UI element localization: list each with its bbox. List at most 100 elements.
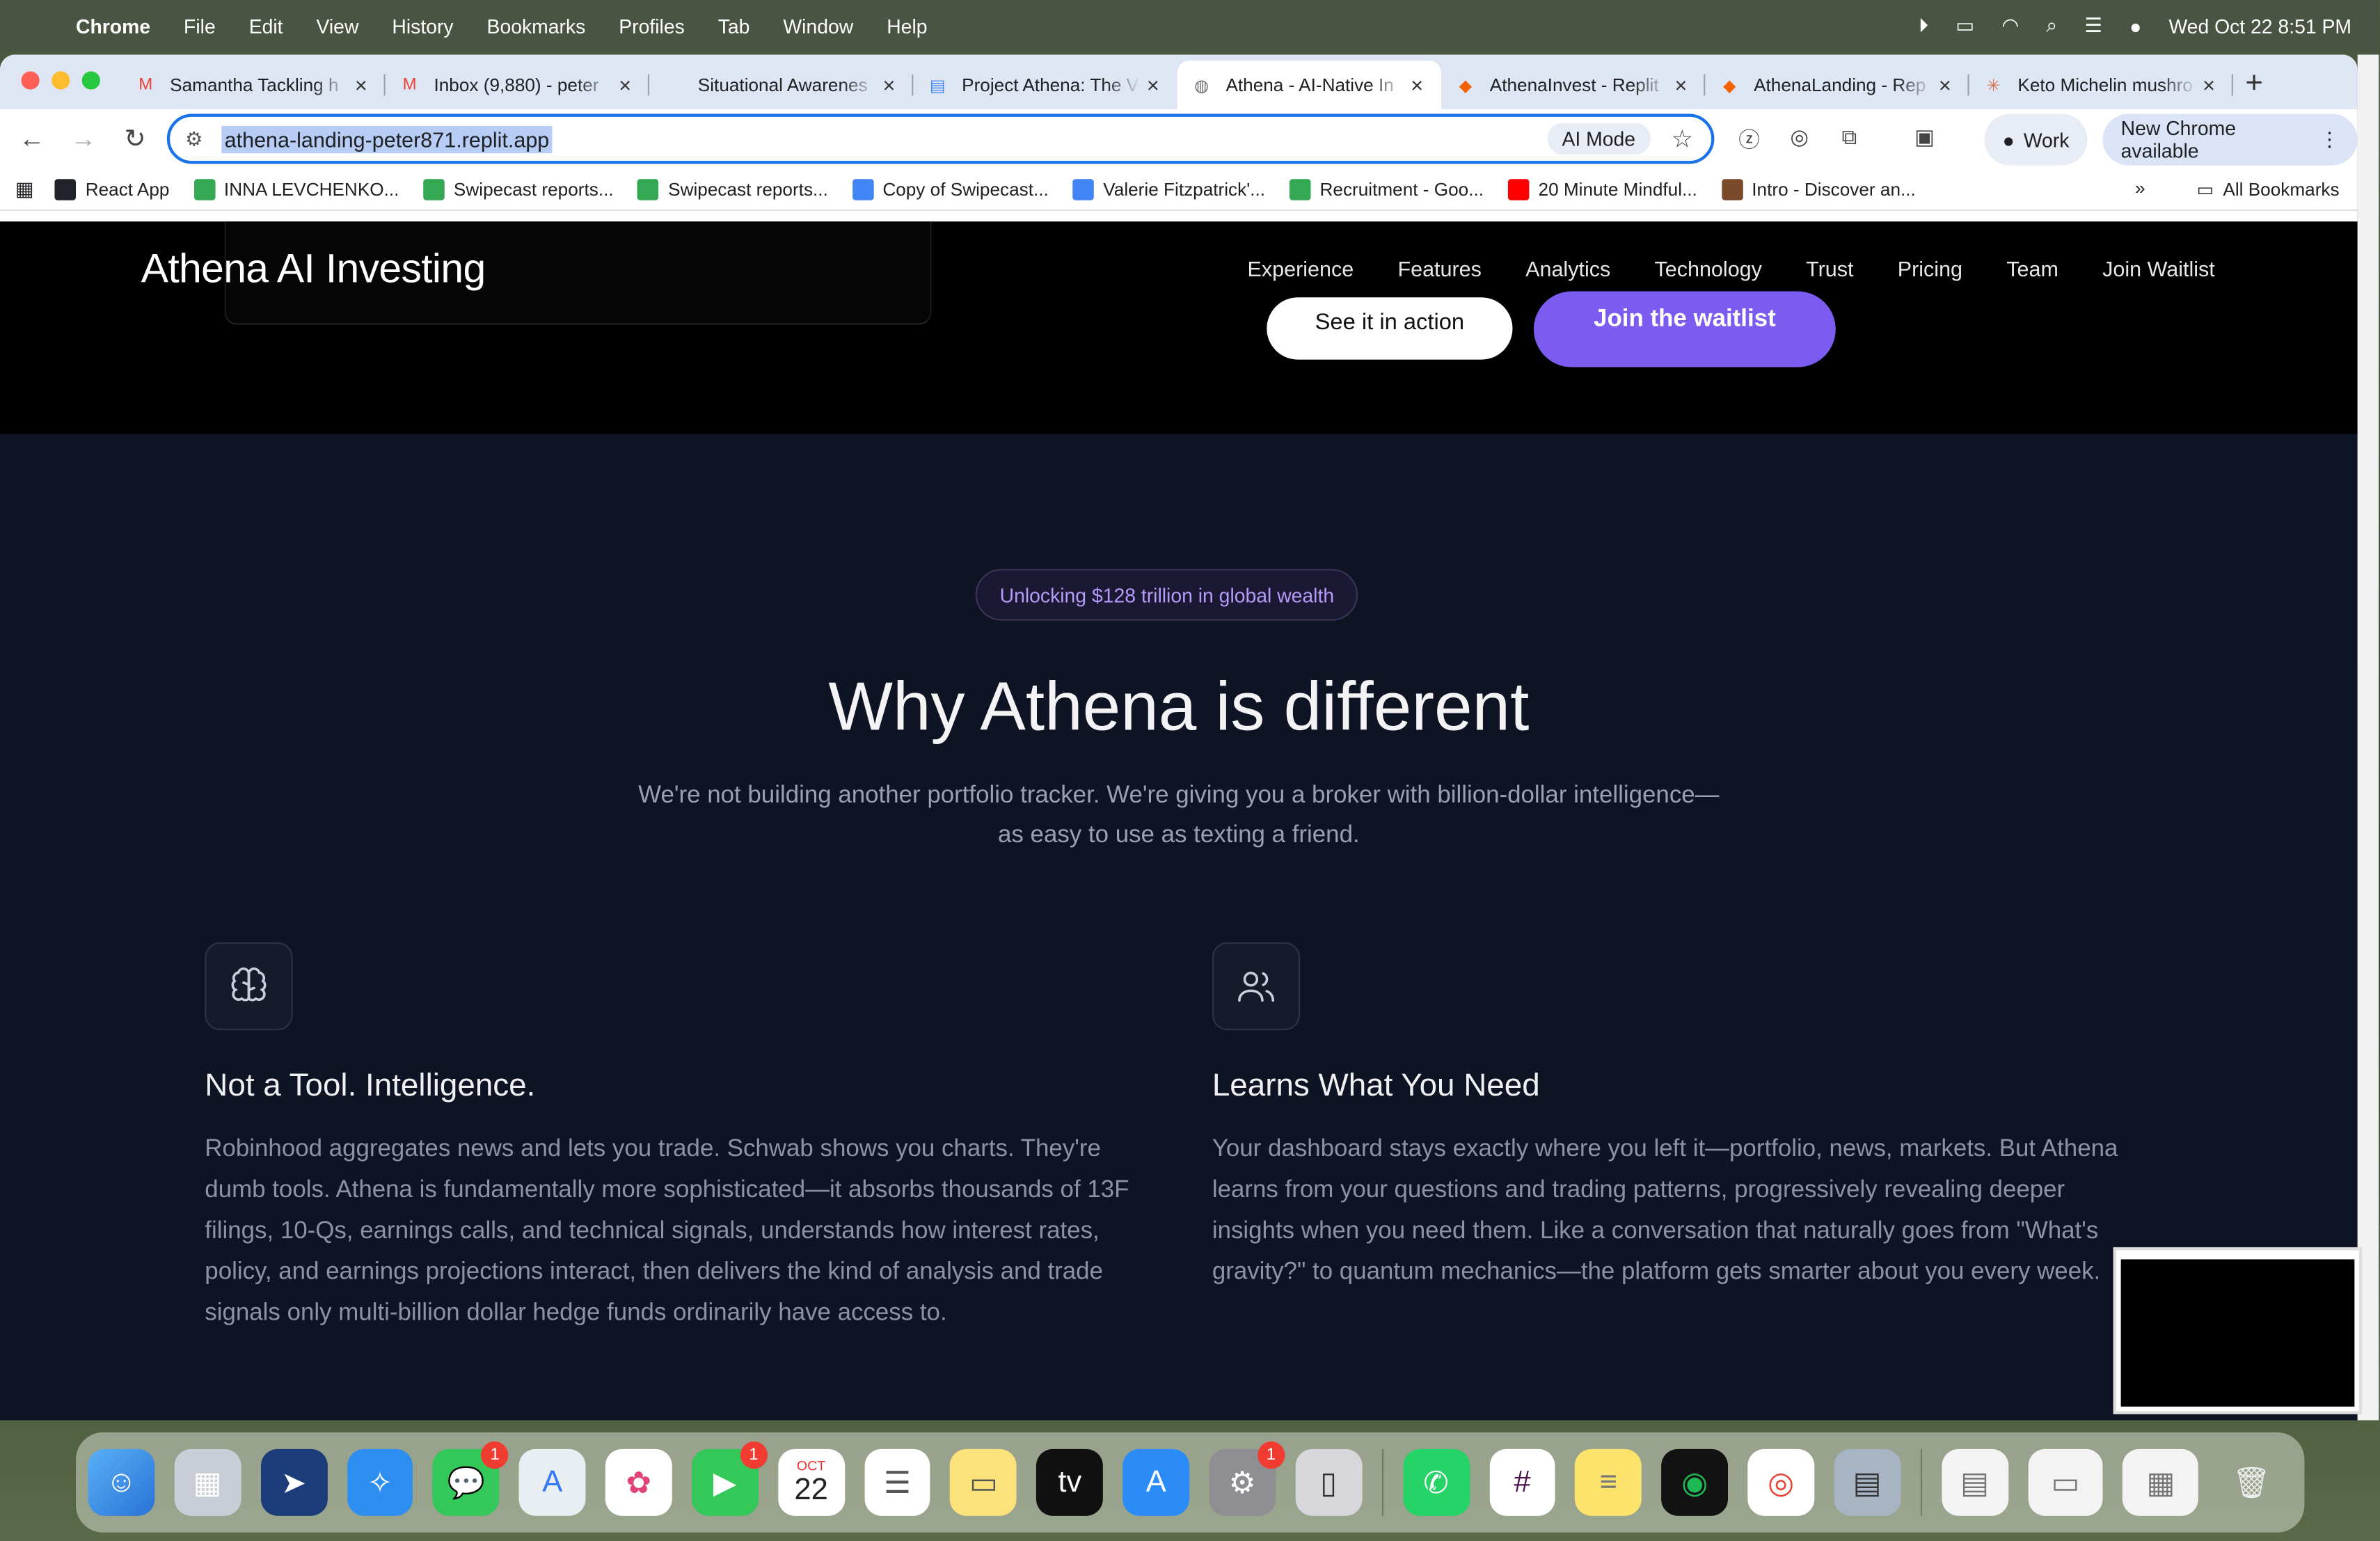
app-store-icon[interactable]: A (1122, 1448, 1190, 1516)
menu-app-name[interactable]: Chrome (76, 15, 150, 38)
browser-tab[interactable]: ✳ Keto Michelin mushro × (1969, 61, 2233, 109)
chrome-icon[interactable]: ◎ (1747, 1448, 1815, 1516)
close-window-button[interactable] (21, 71, 40, 90)
ai-mode-button[interactable]: AI Mode (1546, 123, 1651, 155)
photos-icon[interactable]: ✿ (605, 1448, 672, 1516)
tab-close-icon[interactable]: × (1669, 73, 1693, 97)
nav-analytics[interactable]: Analytics (1525, 256, 1610, 280)
menubar-datetime[interactable]: Wed Oct 22 8:51 PM (2168, 15, 2351, 38)
wifi-icon[interactable]: ◠ (2001, 14, 2019, 38)
bookmark-item[interactable]: Valerie Fitzpatrick'... (1072, 179, 1265, 200)
apps-grid-icon[interactable]: ▦ (15, 177, 34, 202)
system-settings-icon[interactable]: ⚙ 1 (1209, 1441, 1285, 1516)
battery-icon[interactable]: ▭ (1955, 14, 1974, 38)
chrome-update-button[interactable]: New Chrome available ⋮ (2102, 113, 2358, 166)
bookmark-item[interactable]: Copy of Swipecast... (852, 179, 1049, 200)
screenshot-thumbnail[interactable] (2113, 1247, 2363, 1414)
bookmarks-overflow-icon[interactable]: » (2135, 177, 2145, 199)
preview-icon[interactable]: ▤ (1834, 1448, 1901, 1516)
documents-stack-icon[interactable]: ▤ (1941, 1448, 2008, 1516)
nav-pricing[interactable]: Pricing (1898, 256, 1962, 280)
tab-close-icon[interactable]: × (613, 73, 637, 97)
menu-tab[interactable]: Tab (718, 15, 750, 38)
bookmark-item[interactable]: Swipecast reports... (637, 179, 828, 200)
minimize-window-button[interactable] (51, 71, 70, 90)
siri-icon[interactable]: ● (2129, 15, 2141, 38)
address-bar[interactable]: ⚙ athena-landing-peter871.replit.app AI … (166, 113, 1715, 164)
bookmark-item[interactable]: 20 Minute Mindful... (1507, 179, 1697, 200)
reload-button[interactable]: ↻ (109, 125, 161, 155)
nav-team[interactable]: Team (2006, 256, 2058, 280)
tab-close-icon[interactable]: × (877, 73, 901, 97)
spotify-icon[interactable]: ◉ (1661, 1448, 1729, 1516)
menu-bookmarks[interactable]: Bookmarks (487, 15, 586, 38)
profile-button[interactable]: ● Work (1984, 113, 2088, 166)
browser-tab[interactable]: Situational Awarenes × (649, 61, 914, 109)
notes-icon[interactable]: ▭ (950, 1448, 1017, 1516)
browser-tab[interactable]: ◆ AthenaLanding - Rep × (1705, 61, 1969, 109)
menu-history[interactable]: History (392, 15, 453, 38)
downloads-stack-icon[interactable]: ▦ (2123, 1448, 2199, 1516)
browser-tab[interactable]: M Samantha Tackling h × (121, 61, 386, 109)
spotlight-icon[interactable]: ⌕ (2046, 14, 2057, 38)
extensions-puzzle-icon[interactable]: ⧉ (1842, 125, 1857, 150)
finder-icon[interactable]: ☺ (88, 1448, 155, 1516)
url-text[interactable]: athena-landing-peter871.replit.app (221, 125, 553, 153)
iphone-mirroring-icon[interactable]: ▯ (1295, 1448, 1362, 1516)
menu-view[interactable]: View (316, 15, 358, 38)
tab-search-icon[interactable]: ▣ (1914, 125, 1935, 150)
bookmark-item[interactable]: INNA LEVCHENKO... (193, 179, 399, 200)
site-info-icon[interactable]: ⚙ (185, 127, 216, 151)
play-icon[interactable]: ⏵ (1919, 14, 1928, 38)
tab-close-icon[interactable]: × (2197, 73, 2221, 97)
bookmark-item[interactable]: Intro - Discover an... (1721, 179, 1916, 200)
recent-window-icon[interactable]: ▭ (2027, 1448, 2104, 1516)
menu-profiles[interactable]: Profiles (619, 15, 685, 38)
whatsapp-icon[interactable]: ✆ (1402, 1448, 1470, 1516)
nav-experience[interactable]: Experience (1248, 256, 1354, 280)
browser-tab[interactable]: ▤ Project Athena: The V × (913, 61, 1177, 109)
tab-close-icon[interactable]: × (1141, 73, 1165, 97)
launchpad-icon[interactable]: ▦ (174, 1448, 241, 1516)
site-brand[interactable]: Athena AI Investing (141, 246, 486, 293)
nav-features[interactable]: Features (1397, 256, 1481, 280)
menu-edit[interactable]: Edit (249, 15, 283, 38)
tab-close-icon[interactable]: × (1405, 73, 1429, 97)
zoom-window-button[interactable] (81, 71, 100, 90)
apple-tv-icon[interactable]: tv (1036, 1448, 1104, 1516)
bookmark-item[interactable]: Recruitment - Goo... (1289, 179, 1484, 200)
calendar-icon[interactable]: OCT 22 (777, 1448, 845, 1516)
see-in-action-button[interactable]: See it in action (1267, 297, 1513, 360)
menu-file[interactable]: File (184, 15, 216, 38)
browser-tab[interactable]: ◆ AthenaInvest - Replit × (1441, 61, 1706, 109)
new-tab-button[interactable]: + (2245, 67, 2262, 102)
app-navigator-icon[interactable]: ➤ (260, 1448, 327, 1516)
nav-technology[interactable]: Technology (1654, 256, 1761, 280)
stickies-icon[interactable]: ≡ (1575, 1448, 1642, 1516)
bookmark-item[interactable]: React App (55, 179, 169, 200)
messages-icon[interactable]: 💬 1 (433, 1441, 509, 1516)
nav-join-waitlist[interactable]: Join Waitlist (2102, 256, 2215, 280)
more-menu-icon[interactable]: ⋮ (2319, 127, 2339, 152)
menu-window[interactable]: Window (783, 15, 853, 38)
back-button[interactable]: ← (6, 125, 58, 155)
forward-button[interactable]: → (58, 125, 109, 155)
trash-icon[interactable]: 🗑 (2219, 1449, 2285, 1516)
bookmark-item[interactable]: Swipecast reports... (423, 179, 614, 200)
maps-icon[interactable]: A (519, 1448, 586, 1516)
all-bookmarks-button[interactable]: ▭ All Bookmarks (2197, 179, 2340, 200)
safari-icon[interactable]: ✧ (347, 1448, 413, 1516)
slack-icon[interactable]: # (1489, 1448, 1556, 1516)
bookmark-star-icon[interactable]: ☆ (1672, 125, 1693, 155)
menu-help[interactable]: Help (887, 15, 927, 38)
tab-close-icon[interactable]: × (1933, 73, 1957, 97)
zoom-extension-icon[interactable]: ⓩ (1738, 125, 1760, 155)
facetime-icon[interactable]: ▶ 1 (691, 1441, 768, 1516)
join-waitlist-button[interactable]: Join the waitlist (1533, 291, 1836, 368)
sync-extension-icon[interactable]: ◎ (1790, 125, 1809, 150)
browser-tab[interactable]: ◍ Athena - AI-Native In × (1177, 61, 1441, 109)
nav-trust[interactable]: Trust (1806, 256, 1853, 280)
control-center-icon[interactable]: ☰ (2084, 14, 2102, 38)
tab-close-icon[interactable]: × (349, 73, 373, 97)
reminders-icon[interactable]: ☰ (864, 1448, 931, 1516)
